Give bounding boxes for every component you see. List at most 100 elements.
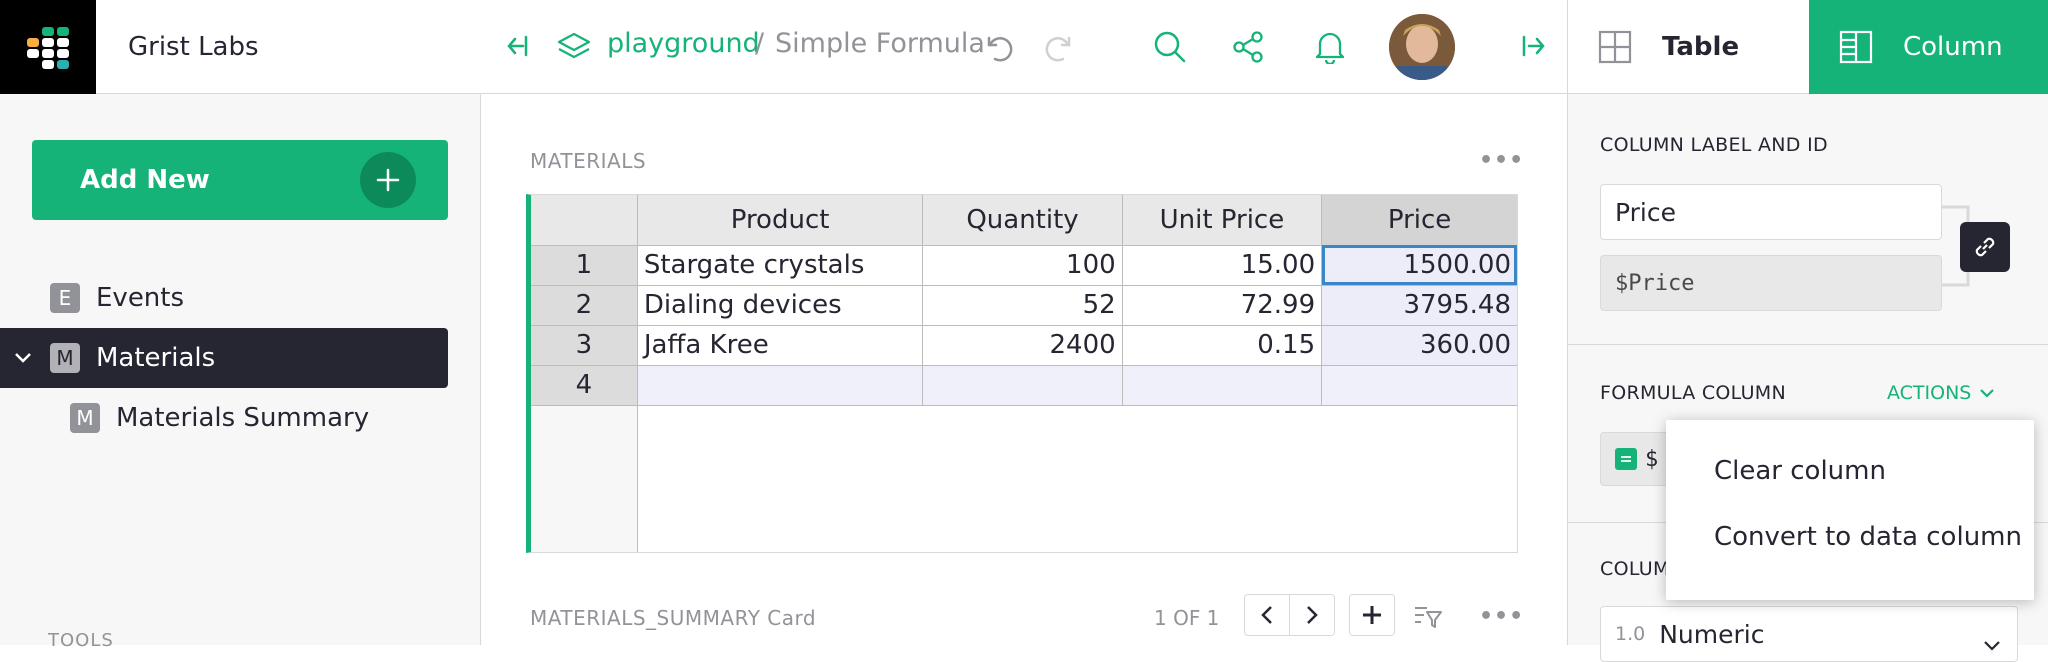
tab-table-label: Table [1662, 31, 1740, 62]
blank-area [637, 404, 1517, 435]
add-new-button[interactable]: Add New [32, 140, 448, 220]
chevron-down-icon [1979, 388, 1995, 398]
cell-unit-price[interactable]: 72.99 [1121, 284, 1323, 326]
column-type-heading: COLUM [1600, 558, 1670, 580]
page-label: Materials Summary [116, 403, 370, 433]
column-icon [1839, 30, 1873, 64]
undo-icon[interactable] [981, 30, 1015, 68]
formula-equals-icon [1615, 448, 1637, 470]
layers-icon [557, 32, 591, 66]
collapse-left-panel-icon[interactable] [501, 32, 529, 64]
sort-filter-icon[interactable] [1413, 600, 1443, 634]
column-type-value: Numeric [1659, 619, 1765, 649]
add-new-label: Add New [80, 165, 210, 195]
breadcrumb-workspace[interactable]: playground [607, 28, 760, 59]
page-badge: M [50, 343, 80, 373]
cell-product[interactable]: Dialing devices [636, 284, 924, 326]
row-number[interactable]: 1 [531, 244, 638, 286]
tab-column-label: Column [1903, 32, 2003, 62]
row-number[interactable]: 2 [531, 284, 638, 326]
header-row: Product Quantity Unit Price Price [531, 195, 1517, 246]
add-record-button[interactable] [1349, 594, 1395, 636]
table-grid-icon [1598, 30, 1632, 64]
cell-unit-price[interactable]: 15.00 [1121, 244, 1323, 286]
new-cell[interactable] [1321, 364, 1517, 406]
cell-price[interactable]: 3795.48 [1321, 284, 1517, 326]
top-bar: playground / Simple Formula [481, 0, 1567, 94]
redo-icon[interactable] [1043, 30, 1077, 68]
left-panel: Grist Labs Add New E Events M Materials … [0, 0, 481, 651]
table-row: 2 Dialing devices 52 72.99 3795.48 [531, 284, 1517, 326]
blank-row [531, 404, 1517, 435]
cell-product[interactable]: Jaffa Kree [636, 324, 924, 366]
menu-item-clear-column[interactable]: Clear column [1714, 456, 1886, 486]
chevron-down-icon[interactable] [14, 352, 36, 364]
formula-column-heading: FORMULA COLUMN [1600, 382, 1787, 404]
corner-cell[interactable] [531, 195, 638, 246]
page-item-materials-summary[interactable]: M Materials Summary [0, 388, 448, 448]
materials-table[interactable]: Product Quantity Unit Price Price 1 Star… [531, 195, 1517, 435]
cell-unit-price[interactable]: 0.15 [1121, 324, 1323, 366]
new-row[interactable]: 4 [531, 364, 1517, 406]
materials-grid[interactable]: Product Quantity Unit Price Price 1 Star… [526, 194, 1518, 553]
actions-menu: Clear column Convert to data column [1666, 420, 2034, 600]
table-row: 3 Jaffa Kree 2400 0.15 360.00 [531, 324, 1517, 366]
main-content: MATERIALS ••• Product Quantity Unit Pric… [481, 94, 1567, 645]
org-name[interactable]: Grist Labs [96, 0, 481, 94]
section-menu-dots-icon[interactable]: ••• [1479, 148, 1524, 173]
page-label: Events [96, 283, 185, 313]
collapse-right-panel-icon[interactable] [1521, 32, 1551, 64]
pager-text: 1 OF 1 [1154, 606, 1220, 630]
cell-quantity[interactable]: 2400 [922, 324, 1123, 366]
actions-dropdown[interactable]: ACTIONS [1887, 382, 1995, 404]
section-title-materials[interactable]: MATERIALS [530, 149, 646, 173]
share-icon[interactable] [1231, 30, 1265, 68]
tab-column[interactable]: Column [1809, 0, 2048, 94]
new-cell[interactable] [1121, 364, 1323, 406]
column-header-product[interactable]: Product [636, 195, 924, 246]
column-header-quantity[interactable]: Quantity [922, 195, 1123, 246]
user-avatar[interactable] [1389, 14, 1455, 80]
column-id-input[interactable]: $Price [1600, 255, 1942, 311]
section-title-materials-summary[interactable]: MATERIALS_SUMMARY Card [530, 606, 816, 630]
column-type-select[interactable]: 1.0 Numeric [1600, 606, 2018, 662]
page-badge: E [50, 283, 80, 313]
search-icon[interactable] [1153, 30, 1187, 68]
notifications-bell-icon[interactable] [1313, 28, 1347, 68]
column-header-price[interactable]: Price [1321, 195, 1517, 246]
grist-logo-icon[interactable] [0, 0, 96, 94]
column-label-and-id-heading: COLUMN LABEL AND ID [1600, 134, 1828, 156]
new-cell[interactable] [636, 364, 924, 406]
page-item-events[interactable]: E Events [0, 268, 448, 328]
page-label: Materials [96, 343, 216, 373]
column-header-unit-price[interactable]: Unit Price [1121, 195, 1323, 246]
column-label-input[interactable]: Price [1600, 184, 1942, 240]
previous-card-button[interactable] [1244, 594, 1290, 636]
cell-quantity[interactable]: 52 [922, 284, 1123, 326]
new-cell[interactable] [922, 364, 1123, 406]
row-number[interactable]: 4 [531, 364, 638, 406]
page-badge: M [70, 403, 100, 433]
table-row: 1 Stargate crystals 100 15.00 1500.00 [531, 244, 1517, 286]
row-number[interactable]: 3 [531, 324, 638, 366]
link-icon[interactable] [1960, 222, 2010, 272]
breadcrumb-doc-name[interactable]: Simple Formula [775, 28, 985, 59]
formula-text: $ [1645, 446, 1659, 472]
tab-table[interactable]: Table [1568, 0, 1809, 94]
section-menu-dots-icon[interactable]: ••• [1479, 604, 1524, 629]
cell-price-selected[interactable]: 1500.00 [1321, 244, 1517, 286]
blank-row-number [531, 405, 638, 435]
cell-quantity[interactable]: 100 [922, 244, 1123, 286]
cell-price[interactable]: 360.00 [1321, 324, 1517, 366]
page-item-materials[interactable]: M Materials [0, 328, 448, 388]
actions-label: ACTIONS [1887, 382, 1972, 404]
chevron-down-icon [1983, 629, 2001, 658]
numeric-type-icon: 1.0 [1615, 623, 1646, 645]
breadcrumb-separator: / [755, 28, 765, 59]
divider [1568, 344, 2048, 345]
next-card-button[interactable] [1289, 594, 1335, 636]
plus-icon [360, 152, 416, 208]
menu-item-convert-to-data-column[interactable]: Convert to data column [1714, 522, 2022, 552]
cell-product[interactable]: Stargate crystals [636, 244, 924, 286]
tools-heading: TOOLS [48, 630, 114, 651]
